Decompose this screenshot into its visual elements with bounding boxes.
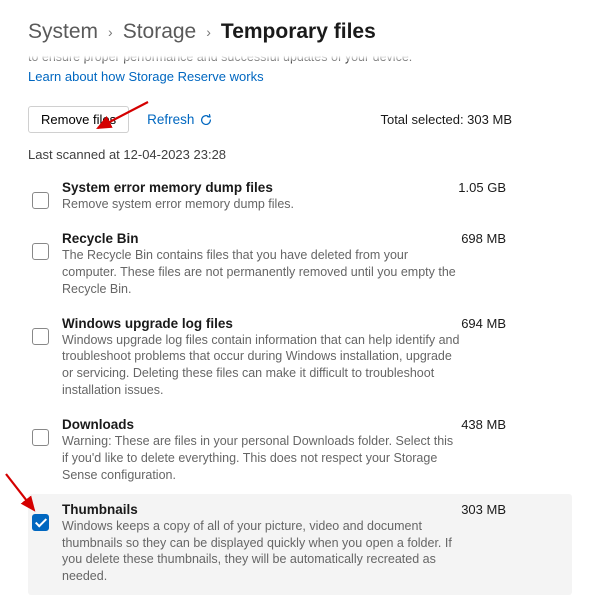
learn-link[interactable]: Learn about how Storage Reserve works: [28, 69, 264, 84]
file-title: Recycle Bin: [62, 231, 139, 246]
file-description: Remove system error memory dump files.: [62, 196, 462, 213]
file-item: Recycle Bin 698 MBThe Recycle Bin contain…: [28, 223, 572, 308]
file-title: System error memory dump files: [62, 180, 273, 195]
breadcrumb-system[interactable]: System: [28, 20, 98, 44]
file-description: Windows keeps a copy of all of your pict…: [62, 518, 462, 586]
breadcrumb-current: Temporary files: [221, 20, 376, 44]
truncated-description: to ensure proper performance and success…: [28, 50, 572, 64]
file-size: 303 MB: [461, 502, 562, 517]
file-size: 438 MB: [461, 417, 562, 432]
file-checkbox[interactable]: [32, 328, 49, 345]
file-size: 698 MB: [461, 231, 562, 246]
file-title: Windows upgrade log files: [62, 316, 233, 331]
file-checkbox[interactable]: [32, 243, 49, 260]
file-checkbox[interactable]: [32, 192, 49, 209]
file-item: Downloads 438 MBWarning: These are files …: [28, 409, 572, 494]
breadcrumb: System › Storage › Temporary files: [28, 20, 572, 44]
total-selected-label: Total selected: 303 MB: [380, 112, 572, 127]
chevron-right-icon: ›: [206, 24, 211, 40]
file-title: Thumbnails: [62, 502, 138, 517]
last-scanned-label: Last scanned at 12-04-2023 23:28: [28, 147, 572, 162]
file-description: Warning: These are files in your persona…: [62, 433, 462, 484]
chevron-right-icon: ›: [108, 24, 113, 40]
actions-row: Remove files Refresh Total selected: 303…: [28, 106, 572, 133]
file-item: System error memory dump files 1.05 GBRem…: [28, 172, 572, 223]
refresh-button[interactable]: Refresh: [147, 112, 213, 127]
file-size: 694 MB: [461, 316, 562, 331]
file-checkbox[interactable]: [32, 514, 49, 531]
file-list: System error memory dump files 1.05 GBRem…: [28, 172, 572, 595]
file-title: Downloads: [62, 417, 134, 432]
breadcrumb-storage[interactable]: Storage: [123, 20, 197, 44]
refresh-label: Refresh: [147, 112, 194, 127]
file-description: The Recycle Bin contains files that you …: [62, 247, 462, 298]
file-description: Windows upgrade log files contain inform…: [62, 332, 462, 400]
refresh-icon: [199, 113, 213, 127]
file-item: Thumbnails 303 MBWindows keeps a copy of …: [28, 494, 572, 595]
file-item: Windows upgrade log files 694 MBWindows u…: [28, 308, 572, 410]
remove-files-button[interactable]: Remove files: [28, 106, 129, 133]
file-checkbox[interactable]: [32, 429, 49, 446]
file-size: 1.05 GB: [458, 180, 562, 195]
